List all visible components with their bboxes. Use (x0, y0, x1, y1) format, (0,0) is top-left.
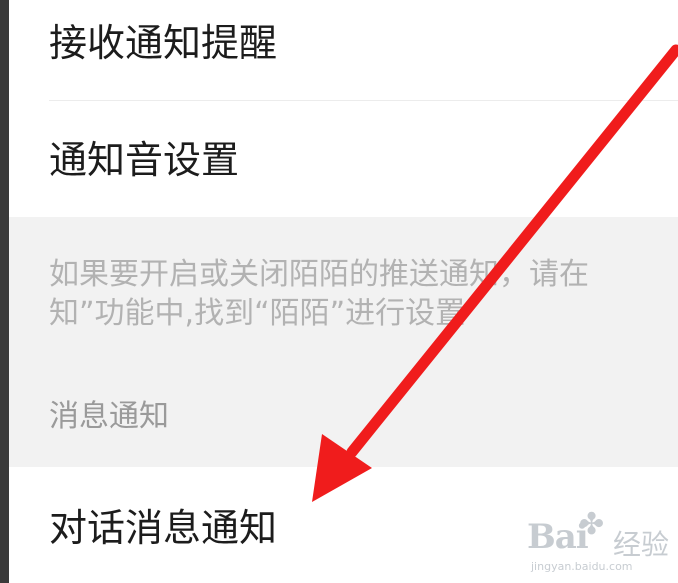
watermark-url: jingyan.baidu.com (531, 560, 633, 573)
hint-line-1: 如果要开启或关闭陌陌的推送通知，请在 (49, 257, 589, 292)
section-background: 如果要开启或关闭陌陌的推送通知，请在 知”功能中,找到“陌陌”进行设置 消息通知 (9, 217, 678, 467)
row-notification-sound-settings[interactable]: 通知音设置 (9, 101, 678, 217)
left-edge-bar (0, 0, 9, 583)
section-title-message-notification: 消息通知 (49, 399, 169, 434)
settings-screen: 接收通知提醒 通知音设置 如果要开启或关闭陌陌的推送通知，请在 知”功能中,找到… (9, 0, 678, 583)
paw-icon: ✤ (579, 507, 605, 542)
baidu-jingyan-watermark: Bai ✤ 经验 jingyan.baidu.com (527, 505, 677, 580)
push-notification-hint: 如果要开启或关闭陌陌的推送通知，请在 知”功能中,找到“陌陌”进行设置 (49, 255, 678, 333)
watermark-suffix: 经验 (613, 528, 670, 561)
hint-line-2: 知”功能中,找到“陌陌”进行设置 (49, 296, 466, 331)
row-label: 接收通知提醒 (49, 21, 278, 65)
row-label: 对话消息通知 (49, 506, 278, 550)
row-receive-notification-reminder[interactable]: 接收通知提醒 (9, 0, 678, 100)
row-label: 通知音设置 (49, 138, 240, 182)
